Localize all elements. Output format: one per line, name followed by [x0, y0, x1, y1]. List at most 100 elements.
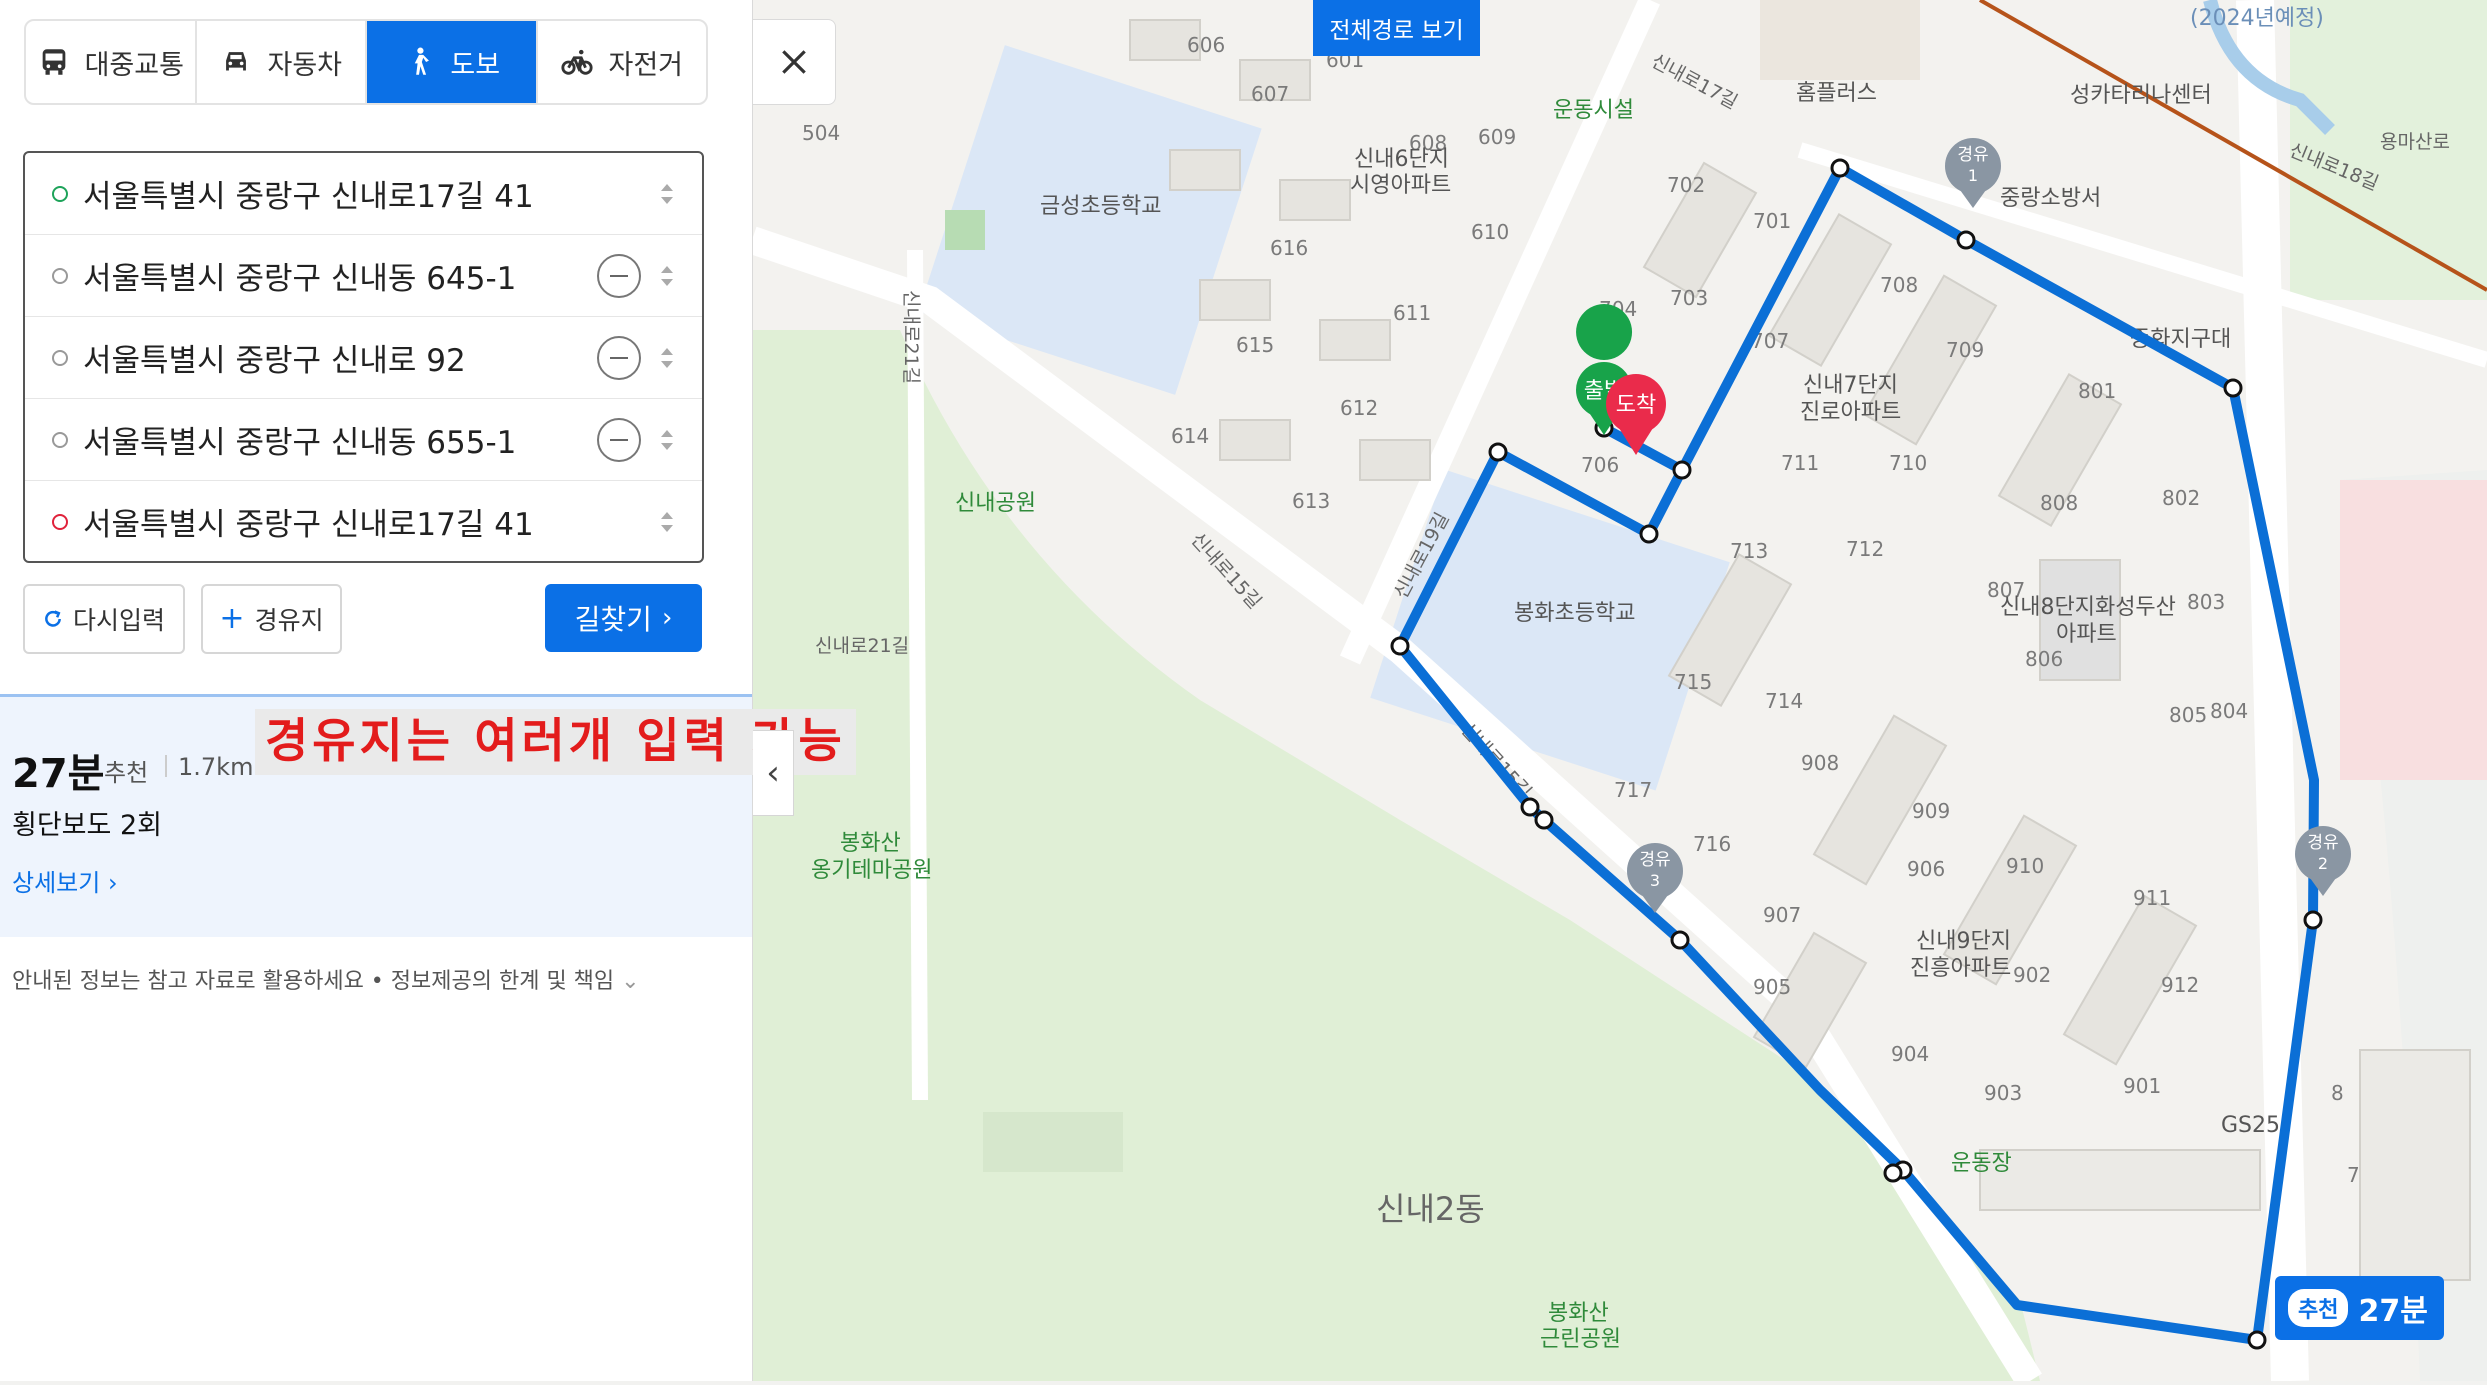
route-vertex [1883, 1163, 1903, 1183]
route-stop-end[interactable]: 서울특별시 중랑구 신내로17길 41 [25, 481, 702, 562]
drag-handle-icon[interactable] [661, 183, 673, 204]
park-label-1: 신내공원 [955, 491, 1036, 516]
stop-address[interactable]: 서울특별시 중랑구 신내동 655-1 [83, 417, 516, 462]
road-label-2: 신내로21길 [900, 290, 922, 384]
route-stop-start[interactable]: 서울특별시 중랑구 신내로17길 41 [25, 153, 702, 235]
field-label: 운동장 [1951, 1151, 2012, 1176]
car-icon [226, 52, 247, 71]
school-label-2: 봉화초등학교 [1514, 601, 1635, 626]
reset-button[interactable]: 다시입력 [23, 584, 185, 654]
block-number-label: 713 [1730, 539, 1768, 563]
block-number-label: 701 [1753, 209, 1791, 233]
drag-handle-icon[interactable] [661, 511, 673, 532]
block-number-label: 8 [2331, 1081, 2344, 1105]
block-number-label: 717 [1614, 778, 1652, 802]
end-dot-icon [52, 513, 68, 530]
reset-label: 다시입력 [72, 606, 165, 635]
svg-text:2: 2 [2318, 854, 2328, 873]
route-vertex [1488, 442, 1508, 462]
block-number-label: 612 [1340, 396, 1378, 420]
block-number-label: 614 [1171, 424, 1209, 448]
stop-address[interactable]: 서울특별시 중랑구 신내동 645-1 [83, 253, 516, 298]
walk-icon [415, 47, 430, 75]
remove-waypoint-icon[interactable] [597, 253, 641, 298]
road-label-3: 신내로21길 [815, 635, 909, 657]
block-number-label: 703 [1670, 286, 1708, 310]
route-summary-badge[interactable]: 추천 27분 [2275, 1276, 2444, 1340]
route-stop-waypoint[interactable]: 서울특별시 중랑구 신내동 645-1 [25, 235, 702, 317]
find-route-button[interactable]: 길찾기 › [545, 584, 702, 652]
tab-car[interactable]: 자동차 [197, 21, 367, 103]
block-number-label: 504 [802, 121, 840, 145]
apt7-label-b: 진로아파트 [1800, 400, 1901, 425]
sports-label: 운동시설 [1553, 98, 1634, 123]
drag-handle-icon[interactable] [661, 347, 673, 368]
chevron-down-icon: ⌄ [621, 969, 640, 994]
block-number-label: 804 [2210, 699, 2248, 723]
route-vertex [2247, 1330, 2267, 1350]
block-number-label: 906 [1907, 857, 1945, 881]
block-number-label: 610 [1471, 220, 1509, 244]
apt9-label-b: 진흥아파트 [1910, 956, 2011, 981]
route-result-card[interactable]: 경유지는 여러개 입력 가능 27분 추천 1.7km 횡단보도 2회 상세보기… [0, 694, 856, 937]
stop-address[interactable]: 서울특별시 중랑구 신내로17길 41 [83, 499, 534, 544]
bicycle-icon [561, 49, 594, 75]
collapse-panel-button[interactable]: ‹ [753, 730, 794, 816]
stop-address[interactable]: 서울특별시 중랑구 신내로 92 [83, 335, 466, 380]
block-number-label: 803 [2187, 590, 2225, 614]
waypoint-dot-icon [52, 431, 68, 448]
detail-link[interactable]: 상세보기 › [12, 863, 118, 898]
block-number-label: 907 [1763, 903, 1801, 927]
remove-waypoint-icon[interactable] [597, 417, 641, 462]
block-number-label: 702 [1667, 173, 1705, 197]
apt7-label-a: 신내7단지 [1803, 373, 1898, 398]
tab-walk[interactable]: 도보 [367, 21, 538, 103]
stop-address[interactable]: 서울특별시 중랑구 신내로17길 41 [83, 171, 534, 216]
gs25-label: GS25 [2221, 1113, 2280, 1138]
route-vertex [1670, 930, 1690, 950]
refresh-icon [45, 610, 61, 627]
drag-handle-icon[interactable] [661, 429, 673, 450]
waypoint-dot-icon [52, 267, 68, 284]
block-number-label: 910 [2006, 854, 2044, 878]
block-number-label: 716 [1693, 832, 1731, 856]
result-time: 27분 [12, 751, 105, 797]
block-number-label: 902 [2013, 963, 2051, 987]
svg-text:경유: 경유 [2307, 833, 2338, 853]
block-number-label: 911 [2133, 886, 2171, 910]
close-icon [782, 50, 806, 74]
result-distance: 1.7km [178, 753, 254, 781]
plus-icon: + [219, 601, 245, 636]
apt6-label-b: 시영아파트 [1350, 173, 1451, 198]
recommend-label: 추천 [104, 759, 149, 787]
tab-bicycle[interactable]: 자전거 [538, 21, 707, 103]
remove-waypoint-icon[interactable] [597, 335, 641, 380]
add-waypoint-button[interactable]: + 경유지 [201, 584, 342, 654]
block-number-label: 909 [1912, 799, 1950, 823]
block-number-label: 802 [2162, 486, 2200, 510]
tab-public-transit[interactable]: 대중교통 [26, 21, 197, 103]
firestation-label: 중랑소방서 [2000, 186, 2101, 211]
full-route-button[interactable]: 전체경로 보기 [1313, 0, 1480, 56]
close-button[interactable] [753, 19, 836, 105]
block-number-label: 616 [1270, 236, 1308, 260]
route-stops-list: 서울특별시 중랑구 신내로17길 41 서울특별시 중랑구 신내동 645-1 서울… [23, 151, 704, 563]
block-number-label: 904 [1891, 1042, 1929, 1066]
svg-text:3: 3 [1650, 871, 1660, 890]
route-vertex [1390, 636, 1410, 656]
svg-text:경유: 경유 [1957, 145, 1988, 165]
apt8-label-a: 신내8단지화성두산 [2000, 595, 2176, 620]
block-number-label: 607 [1251, 82, 1289, 106]
block-number-label: 903 [1984, 1081, 2022, 1105]
block-number-label: 7 [2347, 1163, 2360, 1187]
route-vertex [1534, 810, 1554, 830]
transport-mode-tabs: 대중교통 자동차 도보 자전거 [24, 19, 708, 105]
drag-handle-icon[interactable] [661, 265, 673, 286]
route-stop-waypoint[interactable]: 서울특별시 중랑구 신내동 655-1 [25, 399, 702, 481]
route-stop-waypoint[interactable]: 서울특별시 중랑구 신내로 92 [25, 317, 702, 399]
svg-text:1: 1 [1968, 166, 1978, 185]
route-vertex [1520, 797, 1540, 817]
disclaimer-text[interactable]: 안내된 정보는 참고 자료로 활용하세요 • 정보제공의 한계 및 책임 ⌄ [12, 963, 640, 995]
block-number-label: 709 [1946, 338, 1984, 362]
block-number-label: 712 [1846, 537, 1884, 561]
